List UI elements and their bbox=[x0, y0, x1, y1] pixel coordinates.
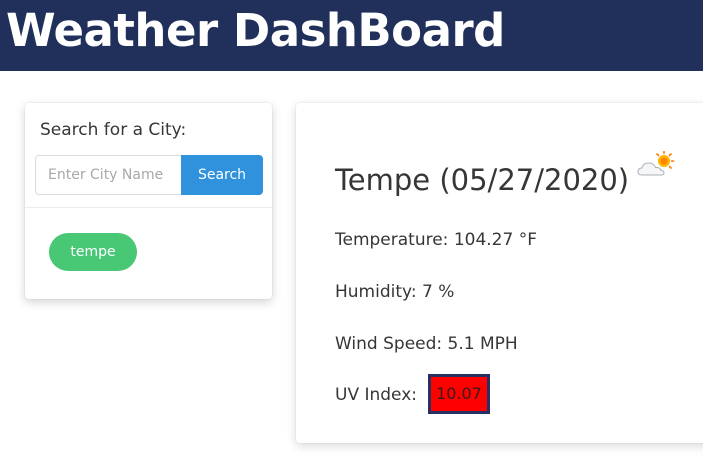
app-header: Weather DashBoard bbox=[0, 0, 703, 71]
temperature-text: Temperature: 104.27 °F bbox=[335, 230, 537, 250]
city-date-heading: Tempe (05/27/2020) bbox=[335, 163, 630, 197]
wind-speed-text: Wind Speed: 5.1 MPH bbox=[335, 334, 518, 354]
uv-index-badge: 10.07 bbox=[428, 374, 490, 414]
page-title: Weather DashBoard bbox=[6, 4, 505, 57]
search-panel: Search for a City: Search tempe bbox=[25, 103, 272, 299]
uv-index-label: UV Index: bbox=[335, 385, 418, 405]
search-title: Search for a City: bbox=[40, 120, 187, 140]
humidity-text: Humidity: 7 % bbox=[335, 282, 455, 302]
search-divider bbox=[25, 207, 272, 208]
partly-cloudy-sun-icon bbox=[637, 151, 675, 176]
search-button[interactable]: Search bbox=[181, 155, 263, 195]
city-search-input[interactable] bbox=[35, 155, 182, 195]
current-weather-panel: Tempe (05/27/2020) Temperature: 104.27 °… bbox=[296, 103, 703, 443]
history-city-button[interactable]: tempe bbox=[49, 233, 137, 271]
